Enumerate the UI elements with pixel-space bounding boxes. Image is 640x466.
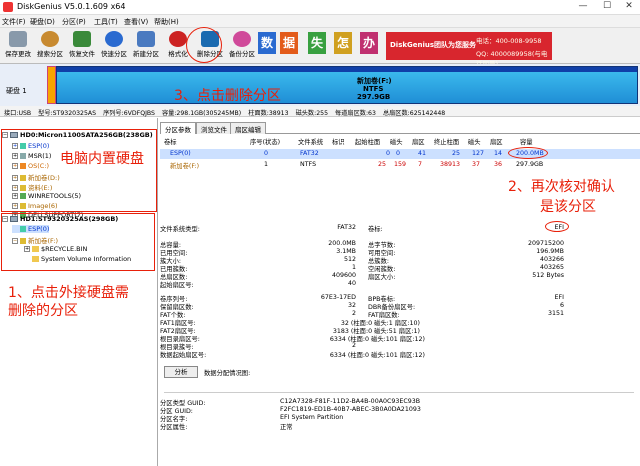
- diskgenius-window: DiskGenius V5.0.1.609 x64 — ☐ ✕ 文件(F) 硬盘…: [0, 0, 640, 466]
- menu-disk[interactable]: 硬盘(D): [30, 17, 55, 27]
- annotation-step3: 3、点击删除分区: [174, 88, 281, 104]
- tab-partition-params[interactable]: 分区参数: [160, 122, 196, 134]
- menu-partition[interactable]: 分区(P): [62, 17, 86, 27]
- disk-label: 硬盘 1: [6, 87, 27, 95]
- analyze-button[interactable]: 分析: [164, 366, 198, 378]
- menu-tools[interactable]: 工具(T): [94, 17, 118, 27]
- tab-sector-edit[interactable]: 扇区编辑: [230, 122, 266, 134]
- partition-details: 文件系统类型: FAT32 卷标: EFI 总容量: 200.0MB 已用空间: 3…: [160, 220, 640, 466]
- recover-icon: [73, 31, 91, 47]
- menu-view[interactable]: 查看(V): [124, 17, 148, 27]
- banner-char: 办: [360, 32, 378, 54]
- annotation-box-builtin: [1, 129, 157, 212]
- table-row[interactable]: ESP(0) 0 FAT32 0 0 41 25 127 14 200.0MB: [160, 149, 640, 159]
- menu-help[interactable]: 帮助(H): [154, 17, 179, 27]
- esp-partition-block[interactable]: [47, 66, 56, 104]
- banner-brand: DiskGenius团队为您服务: [390, 41, 477, 49]
- annotation-circle-label: [545, 221, 569, 232]
- partition-map-block[interactable]: 新加卷(F:) NTFS 297.9GB: [56, 66, 638, 104]
- quick-partition-icon: [105, 31, 123, 47]
- backup-partition-button[interactable]: 备份分区: [226, 30, 258, 62]
- partition-fs: NTFS: [363, 85, 384, 93]
- disk-map-panel: 硬盘 1 新加卷(F:) NTFS 297.9GB: [0, 64, 640, 106]
- annotation-circle-delete: [186, 27, 222, 63]
- table-row[interactable]: 新加卷(F:) 1 NTFS 25 159 7 38913 37 36 297.…: [160, 160, 640, 170]
- annotation-step2b: 是该分区: [540, 199, 596, 215]
- new-partition-icon: [137, 31, 155, 47]
- annotation-circle-capacity: [508, 147, 548, 159]
- minimize-button[interactable]: —: [572, 1, 594, 11]
- ad-banner[interactable]: 数 据 失 怎 办 DiskGenius团队为您服务 电话：400-008-99…: [258, 30, 558, 68]
- analyze-label: 数据分配情况图:: [204, 370, 251, 377]
- partition-size: 297.9GB: [357, 93, 391, 101]
- backup-icon: [233, 31, 251, 47]
- search-icon: [41, 31, 59, 47]
- toolbar: 保存更改 搜索分区 恢复文件 快速分区 新建分区 格式化 删除分区 备份分区 数…: [0, 28, 640, 68]
- banner-char: 失: [308, 32, 326, 54]
- annotation-builtin-disk: 电脑内置硬盘: [60, 151, 144, 167]
- annotation-step2: 2、再次核对确认: [508, 179, 615, 195]
- banner-strip: DiskGenius团队为您服务 电话：400-008-9958 QQ: 400…: [386, 32, 552, 68]
- banner-phone: 电话：400-008-9958: [476, 37, 542, 45]
- maximize-button[interactable]: ☐: [596, 1, 618, 11]
- title-bar: DiskGenius V5.0.1.609 x64 — ☐ ✕: [0, 0, 640, 15]
- window-title: DiskGenius V5.0.1.609 x64: [17, 2, 126, 11]
- banner-char: 怎: [334, 32, 352, 54]
- format-icon: [169, 31, 187, 47]
- save-icon: [9, 31, 27, 47]
- menu-bar: 文件(F) 硬盘(D) 分区(P) 工具(T) 查看(V) 帮助(H): [0, 15, 640, 28]
- banner-char: 数: [258, 32, 276, 54]
- tab-browse-files[interactable]: 浏览文件: [196, 122, 232, 134]
- annotation-step1: 1、点击外接硬盘需: [8, 285, 129, 301]
- menu-file[interactable]: 文件(F): [2, 17, 26, 27]
- disk-info-line: 接口:USB 型号:ST9320325AS 序列号:6VDFQJBS 容量:298.1…: [0, 106, 640, 117]
- banner-char: 据: [280, 32, 298, 54]
- annotation-step1b: 删除的分区: [8, 303, 78, 319]
- tab-bar: 分区参数 浏览文件 扇区编辑: [160, 122, 640, 134]
- app-logo-icon: [3, 2, 13, 12]
- close-button[interactable]: ✕: [618, 1, 640, 11]
- annotation-box-external: [1, 213, 155, 271]
